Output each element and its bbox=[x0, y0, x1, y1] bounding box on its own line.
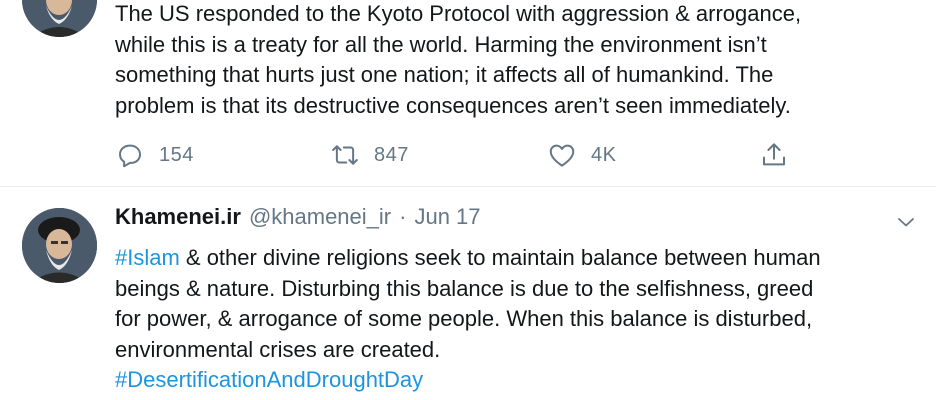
reply-button[interactable]: 154 bbox=[115, 140, 194, 170]
tweet-content: The US responded to the Kyoto Protocol w… bbox=[115, 0, 918, 121]
tweet-text: #Islam & other divine religions seek to … bbox=[115, 243, 918, 396]
share-button[interactable] bbox=[759, 140, 789, 170]
avatar[interactable] bbox=[22, 208, 97, 283]
like-icon bbox=[549, 144, 575, 167]
reply-icon bbox=[119, 144, 141, 168]
tweet-text-line: something that hurts just one nation; it… bbox=[115, 62, 774, 87]
tweet-text-line: beings & nature. Disturbing this balance… bbox=[115, 275, 814, 301]
tweet[interactable]: The US responded to the Kyoto Protocol w… bbox=[0, 0, 936, 186]
separator-dot: · bbox=[399, 204, 407, 229]
reply-count: 154 bbox=[159, 143, 194, 166]
author-name[interactable]: Khamenei.ir bbox=[115, 204, 241, 230]
tweet-header: Khamenei.ir @khamenei_ir · Jun 17 bbox=[115, 204, 918, 236]
tweet-text-segment: & other divine religions seek to maintai… bbox=[179, 245, 821, 270]
retweet-button[interactable]: 847 bbox=[330, 140, 409, 170]
like-button[interactable]: 4K bbox=[547, 140, 616, 170]
tweet-text-line: while this is a treaty for all the world… bbox=[115, 31, 767, 57]
chevron-down-icon[interactable] bbox=[894, 210, 918, 234]
tweet-text-line: environmental crises are created. bbox=[115, 336, 441, 362]
tweet-text-line: The US responded to the Kyoto Protocol w… bbox=[115, 1, 802, 26]
hashtag-link[interactable]: #Islam bbox=[115, 245, 180, 270]
avatar-image bbox=[22, 208, 97, 283]
tweet-actions: 154 847 4K bbox=[115, 140, 805, 174]
share-icon bbox=[763, 143, 785, 166]
author-handle[interactable]: @khamenei_ir bbox=[249, 204, 391, 230]
tweet-date[interactable]: Jun 17 bbox=[414, 204, 480, 230]
tweet-text-line: for power, & arrogance of some people. W… bbox=[115, 306, 813, 331]
avatar[interactable] bbox=[22, 0, 97, 37]
tweet-text-line: problem is that its destructive conseque… bbox=[115, 92, 791, 118]
like-count: 4K bbox=[591, 143, 617, 166]
avatar-image bbox=[22, 0, 97, 37]
retweet-icon bbox=[332, 145, 358, 165]
tweet[interactable]: Khamenei.ir @khamenei_ir · Jun 17 #Islam… bbox=[0, 187, 936, 400]
hashtag-link[interactable]: #DesertificationAndDroughtDay bbox=[115, 365, 918, 396]
retweet-count: 847 bbox=[374, 143, 409, 166]
tweet-content: Khamenei.ir @khamenei_ir · Jun 17 #Islam… bbox=[115, 204, 918, 396]
tweet-text-line: #Islam & other divine religions seek to … bbox=[115, 243, 918, 274]
tweet-text: The US responded to the Kyoto Protocol w… bbox=[115, 0, 918, 121]
